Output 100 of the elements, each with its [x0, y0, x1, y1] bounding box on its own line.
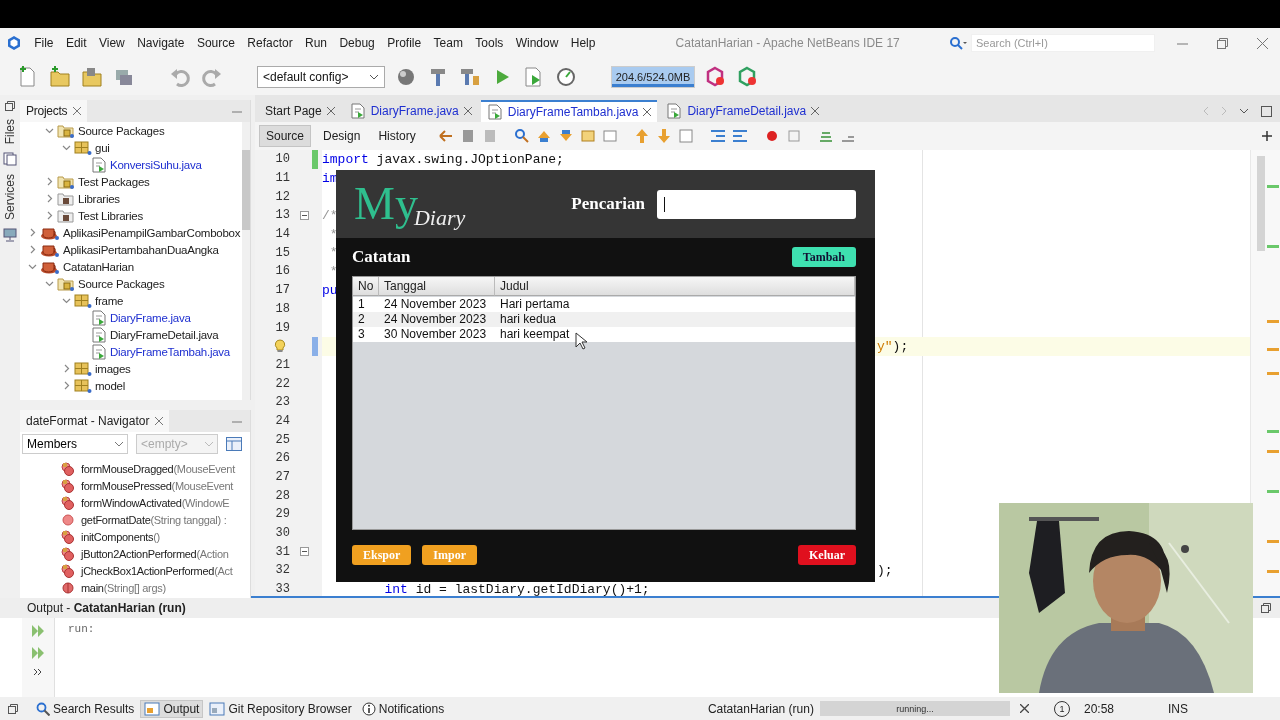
collapse-chevron-icon[interactable]: [28, 262, 37, 271]
column-header[interactable]: Judul: [495, 277, 855, 296]
search-field[interactable]: Search (Ctrl+I): [971, 34, 1155, 52]
editor-tab[interactable]: DiaryFrameTambah.java: [480, 100, 658, 122]
member-item[interactable]: formMousePressed(MouseEvent: [81, 479, 234, 492]
menu-item[interactable]: Team: [427, 34, 470, 52]
tree-item[interactable]: frame: [95, 294, 124, 307]
tree-item[interactable]: AplikasiPenampilGambarCombobox: [63, 226, 241, 239]
tree-item[interactable]: Source Packages: [78, 277, 165, 290]
close-icon[interactable]: [463, 107, 472, 115]
tree-item[interactable]: CatatanHarian: [63, 260, 134, 273]
member-item[interactable]: getFormatDate(String tanggal) :: [81, 513, 227, 526]
open-folder-icon[interactable]: [81, 65, 103, 88]
tree-item[interactable]: DiaryFrameTambah.java: [110, 345, 230, 358]
lightbulb-icon[interactable]: [274, 339, 286, 354]
menu-item[interactable]: Profile: [381, 34, 428, 52]
menu-item[interactable]: Source: [190, 34, 242, 52]
status-tab[interactable]: Notifications: [357, 699, 449, 718]
close-icon[interactable]: [643, 108, 652, 116]
close-icon[interactable]: [326, 107, 335, 115]
expand-chevron-icon[interactable]: [45, 194, 54, 203]
add-icon[interactable]: [1262, 131, 1272, 141]
tree-item[interactable]: model: [95, 379, 126, 392]
hexagon-icon[interactable]: [705, 65, 727, 88]
add-button[interactable]: Tambah: [791, 247, 856, 267]
search-icon[interactable]: [949, 36, 967, 50]
column-header[interactable]: Tanggal: [379, 277, 495, 296]
collapse-icon[interactable]: [300, 547, 309, 557]
search-field[interactable]: [657, 189, 856, 219]
status-tab[interactable]: Git Repository Browser: [205, 699, 356, 718]
collapse-chevron-icon[interactable]: [45, 279, 54, 288]
tree-item[interactable]: DiaryFrameDetail.java: [110, 328, 219, 341]
search-icon[interactable]: [513, 128, 530, 144]
tree-item[interactable]: DiaryFrame.java: [110, 311, 191, 324]
close-icon[interactable]: [73, 107, 82, 115]
new-folder-icon[interactable]: [49, 65, 71, 88]
restore-icon[interactable]: [8, 703, 18, 714]
tree-item[interactable]: Test Libraries: [78, 209, 143, 222]
hexagon-icon[interactable]: [737, 65, 759, 88]
collapse-chevron-icon[interactable]: [62, 143, 71, 152]
member-item[interactable]: jButton2ActionPerformed(Action: [81, 547, 229, 560]
close-icon[interactable]: [811, 107, 820, 115]
expand-chevron-icon[interactable]: [62, 364, 71, 373]
menu-item[interactable]: Refactor: [241, 34, 299, 52]
tree-item[interactable]: Source Packages: [78, 124, 165, 137]
restore-icon[interactable]: [1217, 37, 1228, 49]
menu-item[interactable]: View: [92, 34, 131, 52]
files-icon[interactable]: [3, 152, 17, 167]
indent-icon[interactable]: [709, 128, 726, 144]
restore-icon[interactable]: [5, 101, 15, 111]
server-icon[interactable]: [3, 228, 17, 243]
menu-item[interactable]: Window: [509, 34, 565, 52]
expand-chevron-icon[interactable]: [45, 177, 54, 186]
menu-item[interactable]: Debug: [333, 34, 381, 52]
indent-icon[interactable]: [731, 128, 748, 144]
side-tab[interactable]: Services: [3, 172, 17, 223]
collapse-chevron-icon[interactable]: [62, 296, 71, 305]
menu-item[interactable]: Edit: [59, 34, 93, 52]
column-header[interactable]: No: [353, 277, 379, 296]
close-icon[interactable]: [1019, 704, 1029, 713]
expand-chevron-icon[interactable]: [28, 228, 37, 237]
menu-item[interactable]: Navigate: [130, 34, 191, 52]
panel-tab[interactable]: dateFormat - Navigator: [20, 410, 170, 432]
tree-item[interactable]: KonversiSuhu.java: [110, 158, 202, 171]
member-item[interactable]: formWindowActivated(WindowE: [81, 496, 230, 509]
member-item[interactable]: formMouseDragged(MouseEvent: [81, 462, 235, 475]
tree-item[interactable]: Test Packages: [78, 175, 150, 188]
menu-item[interactable]: Help: [564, 34, 602, 52]
memory-meter[interactable]: 204.6/524.0MB: [611, 65, 695, 88]
back-arrow-icon[interactable]: [437, 128, 454, 144]
restore-icon[interactable]: [1261, 105, 1272, 117]
member-item[interactable]: jCheckBox1ActionPerformed(Act: [81, 564, 233, 577]
members-dropdown[interactable]: Members: [22, 434, 128, 454]
expand-chevron-icon[interactable]: [45, 211, 54, 220]
expand-chevron-icon[interactable]: [28, 245, 37, 254]
close-icon[interactable]: [1257, 37, 1268, 49]
member-item[interactable]: main(String[] args): [81, 581, 166, 594]
status-tab[interactable]: Search Results: [32, 699, 139, 718]
status-tab[interactable]: Output: [140, 699, 204, 718]
collapse-chevron-icon[interactable]: [45, 126, 54, 135]
arrow-icon[interactable]: [655, 128, 672, 144]
panel-layout-icon[interactable]: [226, 437, 242, 451]
view-tab[interactable]: Design: [317, 126, 367, 146]
view-tab[interactable]: Source: [259, 125, 312, 147]
config-dropdown[interactable]: <default config>: [257, 65, 385, 88]
expand-chevron-icon[interactable]: [62, 381, 71, 390]
rerun-icon[interactable]: [31, 646, 45, 660]
collapse-icon[interactable]: [300, 210, 309, 220]
scrollbar[interactable]: [242, 122, 250, 400]
arrow-icon[interactable]: [633, 128, 650, 144]
close-icon[interactable]: [155, 417, 164, 425]
member-item[interactable]: initComponents(): [81, 530, 160, 543]
caret-icon[interactable]: [1239, 108, 1249, 114]
menu-item[interactable]: Run: [298, 34, 334, 52]
tree-item[interactable]: gui: [95, 141, 110, 154]
tree-item[interactable]: AplikasiPertambahanDuaAngka: [63, 243, 219, 256]
view-tab[interactable]: History: [372, 126, 422, 146]
restore-icon[interactable]: [1261, 603, 1271, 613]
panel-tab[interactable]: Projects: [20, 100, 88, 122]
tree-item[interactable]: Libraries: [78, 192, 120, 205]
